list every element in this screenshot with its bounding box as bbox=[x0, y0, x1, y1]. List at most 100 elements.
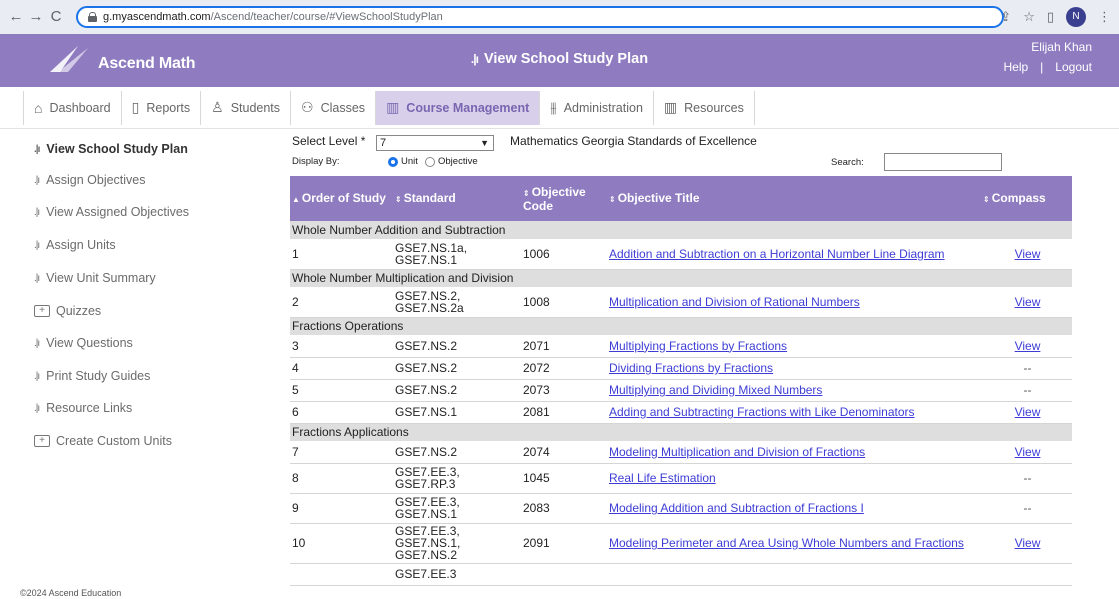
compass-view-link[interactable]: View bbox=[1015, 405, 1041, 419]
bars-icon: .|ı bbox=[34, 239, 40, 251]
bars-icon: .|ı bbox=[34, 206, 40, 218]
sidebar-item-label: Create Custom Units bbox=[56, 434, 173, 448]
objective-title-link[interactable]: Multiplying and Dividing Mixed Numbers bbox=[609, 383, 822, 397]
sidebar-item-label: Assign Objectives bbox=[46, 173, 146, 187]
header-compass[interactable]: ⇕ Compass bbox=[983, 176, 1072, 221]
reload-icon[interactable]: C bbox=[48, 8, 64, 26]
logout-link[interactable]: Logout bbox=[1055, 60, 1092, 74]
compass-unavailable: -- bbox=[1023, 361, 1032, 375]
tab-label: Administration bbox=[563, 100, 643, 115]
back-icon[interactable]: ← bbox=[8, 8, 24, 26]
compass-view-link[interactable]: View bbox=[1015, 445, 1041, 459]
table-row: 2 GSE7.NS.2, GSE7.NS.2a 1008 Multiplication… bbox=[290, 287, 1072, 318]
table-group-row: Whole Number Addition and Subtraction bbox=[290, 221, 1072, 239]
cell-standard: GSE7.NS.1 bbox=[395, 401, 523, 424]
chevron-down-icon: ▼ bbox=[480, 138, 489, 148]
cell-order: 4 bbox=[290, 357, 395, 380]
tab-students[interactable]: ♙ Students bbox=[201, 90, 292, 125]
tab-reports[interactable]: ▯ Reports bbox=[122, 90, 202, 125]
sidebar-item-view-questions[interactable]: .|ı View Questions bbox=[34, 336, 133, 350]
level-select[interactable]: 7 ▼ bbox=[376, 135, 494, 151]
profile-avatar[interactable]: N bbox=[1066, 7, 1086, 27]
sidebar-item-view-assigned-objectives[interactable]: .|ı View Assigned Objectives bbox=[34, 205, 189, 219]
tab-course-management[interactable]: ▥ Course Management bbox=[376, 90, 541, 125]
header-standard[interactable]: ⇕ Standard bbox=[395, 176, 523, 221]
table-row: 6 GSE7.NS.1 2081 Adding and Subtracting Fra… bbox=[290, 401, 1072, 424]
tab-administration[interactable]: ⫵ Administration bbox=[540, 90, 654, 125]
table-row: 4 GSE7.NS.2 2072 Dividing Fractions by Frac… bbox=[290, 357, 1072, 380]
compass-view-link[interactable]: View bbox=[1015, 536, 1041, 550]
display-by-label: Display By: bbox=[292, 156, 340, 167]
objective-title-link[interactable]: Modeling Multiplication and Division of … bbox=[609, 445, 865, 459]
header-objective-title[interactable]: ⇕ Objective Title bbox=[609, 176, 983, 221]
cell-order: 3 bbox=[290, 335, 395, 358]
star-icon[interactable]: ☆ bbox=[1023, 9, 1035, 25]
sort-icon: ⇕ bbox=[983, 194, 990, 204]
table-row: 5 GSE7.NS.2 2073 Multiplying and Dividing M… bbox=[290, 379, 1072, 402]
bars-icon: .|ı bbox=[34, 402, 40, 414]
compass-view-link[interactable]: View bbox=[1015, 247, 1041, 261]
sidebar-item-view-school-study-plan[interactable]: .|ı View School Study Plan bbox=[34, 142, 188, 156]
sidebar-item-print-study-guides[interactable]: .|ı Print Study Guides bbox=[34, 369, 150, 383]
cell-compass: -- bbox=[983, 379, 1072, 402]
tab-dashboard[interactable]: ⌂ Dashboard bbox=[23, 90, 122, 125]
header-objective-code[interactable]: ⇕ Objective Code bbox=[523, 176, 609, 221]
more-icon[interactable]: ⋮ bbox=[1098, 9, 1111, 25]
sort-asc-icon: ▲ bbox=[292, 194, 300, 204]
cell-standard: GSE7.NS.2, GSE7.NS.2a bbox=[395, 287, 523, 318]
cell-compass: View bbox=[983, 239, 1072, 270]
sidebar-item-view-unit-summary[interactable]: .|ı View Unit Summary bbox=[34, 271, 156, 285]
objective-title-link[interactable]: Adding and Subtracting Fractions with Li… bbox=[609, 405, 915, 419]
forward-icon[interactable]: → bbox=[28, 8, 44, 26]
table-group-row: Whole Number Multiplication and Division bbox=[290, 269, 1072, 287]
cell-standard: GSE7.NS.1a, GSE7.NS.1 bbox=[395, 239, 523, 270]
cell-standard: GSE7.NS.2 bbox=[395, 335, 523, 358]
sidepanel-icon[interactable]: ▯ bbox=[1047, 9, 1054, 25]
share-icon[interactable]: ⇪ bbox=[1000, 9, 1011, 25]
sidebar-item-assign-units[interactable]: .|ı Assign Units bbox=[34, 238, 116, 252]
cell-compass: View bbox=[983, 441, 1072, 464]
sidebar-item-label: View Assigned Objectives bbox=[46, 205, 190, 219]
sidebar-item-assign-objectives[interactable]: .|ı Assign Objectives bbox=[34, 173, 146, 187]
sidebar-item-label: View Questions bbox=[46, 336, 133, 350]
objective-title-link[interactable]: Addition and Subtraction on a Horizontal… bbox=[609, 247, 945, 261]
objective-title-link[interactable]: Modeling Perimeter and Area Using Whole … bbox=[609, 536, 964, 550]
page-title: .|ı View School Study Plan bbox=[0, 51, 1119, 67]
objective-title-link[interactable]: Modeling Addition and Subtraction of Fra… bbox=[609, 501, 864, 515]
cell-objective-title: Modeling Perimeter and Area Using Whole … bbox=[609, 523, 983, 564]
objective-title-link[interactable]: Multiplying Fractions by Fractions bbox=[609, 339, 787, 353]
radio-unit[interactable]: Unit bbox=[388, 156, 418, 167]
header-label: Objective Title bbox=[617, 190, 700, 205]
objective-title-link[interactable]: Dividing Fractions by Fractions bbox=[609, 361, 773, 375]
objective-title-link[interactable]: Real Life Estimation bbox=[609, 471, 716, 485]
cell-order: 7 bbox=[290, 441, 395, 464]
sidebar-item-resource-links[interactable]: .|ı Resource Links bbox=[34, 401, 132, 415]
group-icon: ⚇ bbox=[301, 99, 314, 115]
compass-view-link[interactable]: View bbox=[1015, 295, 1041, 309]
compass-unavailable: -- bbox=[1023, 501, 1032, 515]
objective-title-link[interactable]: Multiplication and Division of Rational … bbox=[609, 295, 860, 309]
group-name: Fractions Applications bbox=[290, 423, 1072, 441]
radio-objective[interactable]: Objective bbox=[425, 156, 478, 167]
tab-resources[interactable]: ▥ Resources bbox=[654, 90, 755, 125]
tab-classes[interactable]: ⚇ Classes bbox=[291, 90, 377, 125]
help-link[interactable]: Help bbox=[1003, 60, 1028, 74]
cell-objective-title: Modeling Multiplication and Division of … bbox=[609, 441, 983, 464]
cell-standard: GSE7.NS.2 bbox=[395, 357, 523, 380]
cell-compass: View bbox=[983, 335, 1072, 358]
search-input[interactable] bbox=[884, 153, 1002, 171]
table-row: 7 GSE7.NS.2 2074 Modeling Multiplication an… bbox=[290, 441, 1072, 464]
header-order-of-study[interactable]: ▲ Order of Study bbox=[290, 176, 395, 221]
document-icon: ▯ bbox=[131, 99, 140, 115]
sidebar-item-create-custom-units[interactable]: + Create Custom Units bbox=[34, 434, 172, 448]
lock-icon bbox=[88, 12, 97, 22]
cell-standard: GSE7.EE.3, GSE7.RP.3 bbox=[395, 463, 523, 494]
cell-objective-title: Multiplying Fractions by Fractions bbox=[609, 335, 983, 358]
cell-standard: GSE7.EE.3 bbox=[395, 563, 523, 586]
address-bar[interactable]: g.myascendmath.com /Ascend/teacher/cours… bbox=[76, 6, 1004, 28]
footer-copyright: ©2024 Ascend Education bbox=[20, 588, 122, 598]
group-name: Fractions Operations bbox=[290, 317, 1072, 335]
sidebar-item-quizzes[interactable]: + Quizzes bbox=[34, 304, 101, 318]
compass-view-link[interactable]: View bbox=[1015, 339, 1041, 353]
compass-unavailable: -- bbox=[1023, 383, 1032, 397]
